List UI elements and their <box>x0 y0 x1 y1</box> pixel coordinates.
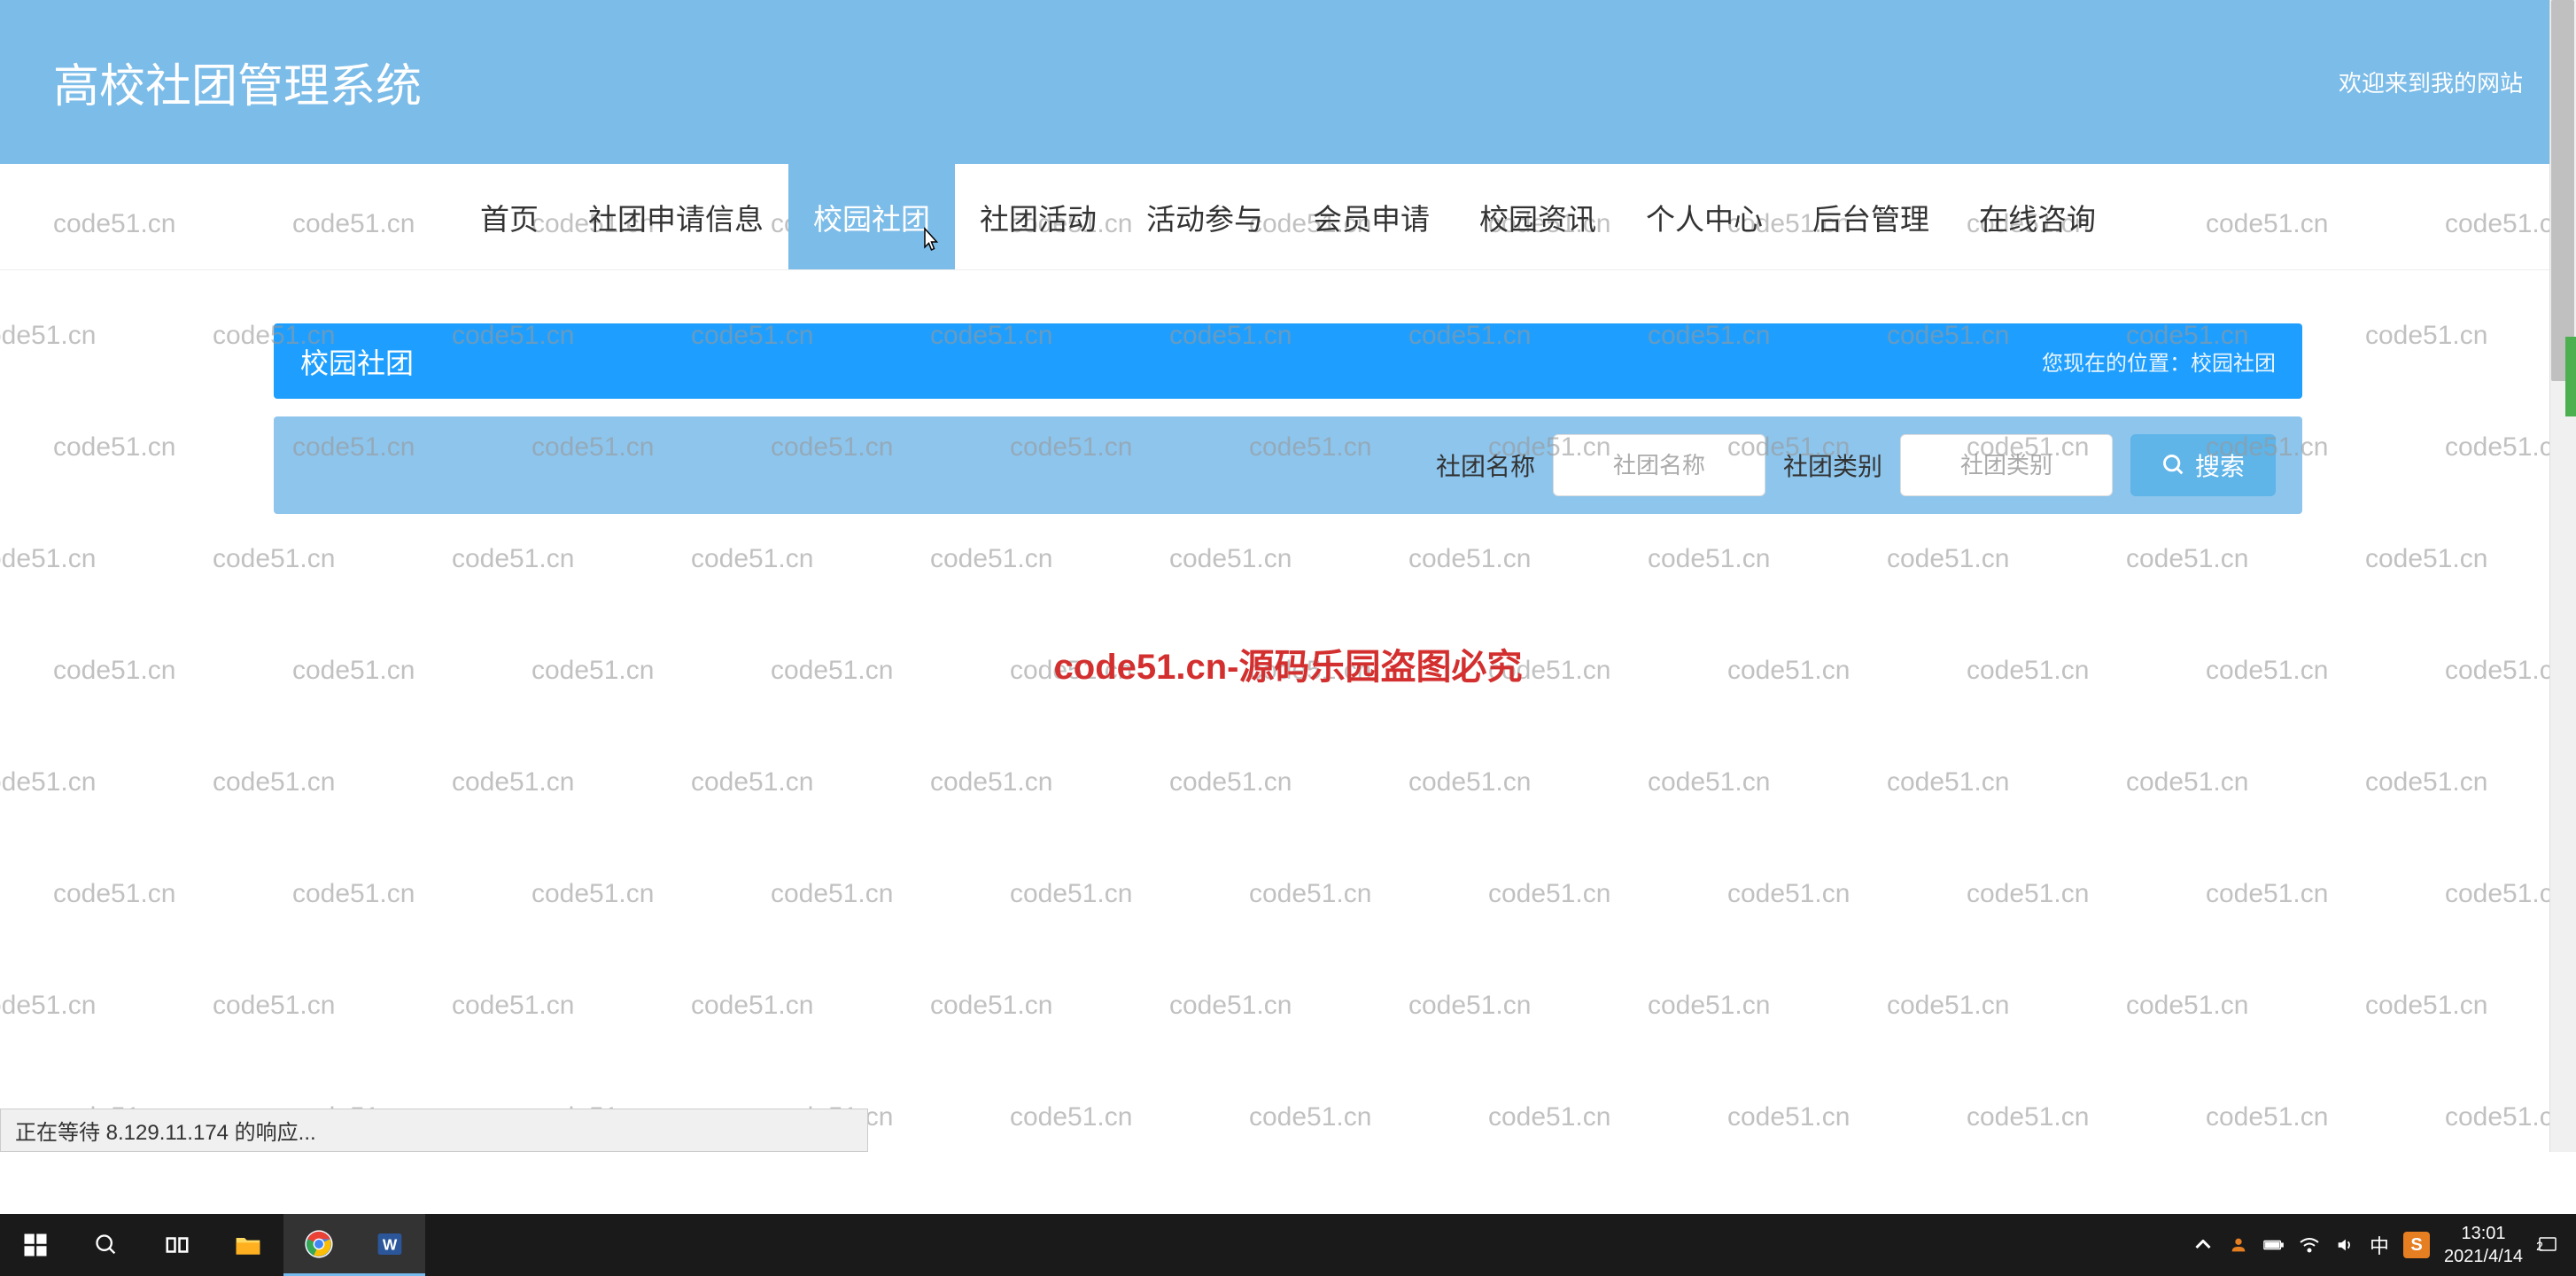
breadcrumb-bar: 校园社团 您现在的位置：校园社团 <box>274 323 2302 399</box>
search-icon <box>94 1233 119 1257</box>
search-category-label: 社团类别 <box>1783 447 1882 483</box>
tray-ime[interactable]: 中 <box>2370 1231 2389 1259</box>
nav-club-activity[interactable]: 社团活动 <box>955 164 1121 269</box>
search-icon <box>2161 453 2186 478</box>
green-indicator <box>2565 337 2576 416</box>
task-view-icon <box>164 1232 190 1258</box>
taskbar-right: 中 S 13:01 2021/4/14 2 <box>2192 1222 2576 1268</box>
welcome-text[interactable]: 欢迎来到我的网站 <box>2339 66 2523 98</box>
taskbar-clock[interactable]: 13:01 2021/4/14 <box>2444 1222 2523 1268</box>
center-watermark: code51.cn-源码乐园盗图必究 <box>1054 638 1523 689</box>
tray-battery-icon[interactable] <box>2263 1234 2285 1256</box>
search-button[interactable]: 搜索 <box>2130 434 2276 496</box>
search-category-input[interactable] <box>1900 434 2113 496</box>
start-button[interactable] <box>0 1214 71 1276</box>
chrome-button[interactable] <box>283 1214 354 1276</box>
notification-center-icon[interactable]: 2 <box>2537 1234 2558 1256</box>
chrome-icon <box>304 1229 334 1259</box>
nav-online-consult[interactable]: 在线咨询 <box>1954 164 2121 269</box>
search-name-label: 社团名称 <box>1436 447 1535 483</box>
site-title: 高校社团管理系统 <box>53 49 422 115</box>
folder-icon <box>234 1233 262 1257</box>
nav-personal-center[interactable]: 个人中心 <box>1621 164 1788 269</box>
taskbar-left: W <box>0 1214 425 1276</box>
word-icon: W <box>376 1230 404 1258</box>
search-bar: 社团名称 社团类别 搜索 <box>274 416 2302 514</box>
nav-home[interactable]: 首页 <box>455 164 563 269</box>
nav-activity-participate[interactable]: 活动参与 <box>1121 164 1288 269</box>
breadcrumb-title: 校园社团 <box>300 341 414 382</box>
breadcrumb-path: 您现在的位置：校园社团 <box>2042 346 2276 377</box>
nav-bar: 首页 社团申请信息 校园社团 社团活动 活动参与 会员申请 校园资讯 个人中心 … <box>0 164 2576 270</box>
search-taskbar-button[interactable] <box>71 1214 142 1276</box>
nav-club-apply[interactable]: 社团申请信息 <box>563 164 788 269</box>
search-name-input[interactable] <box>1553 434 1765 496</box>
word-button[interactable]: W <box>354 1214 425 1276</box>
nav-member-apply[interactable]: 会员申请 <box>1288 164 1455 269</box>
nav-campus-club[interactable]: 校园社团 <box>788 164 955 269</box>
scrollbar-thumb[interactable] <box>2551 0 2574 381</box>
vertical-scrollbar[interactable] <box>2549 0 2576 1152</box>
browser-status-bar: 正在等待 8.129.11.174 的响应... <box>0 1109 868 1152</box>
windows-taskbar: W <box>0 1214 2576 1276</box>
tray-sogou-icon[interactable]: S <box>2403 1232 2430 1258</box>
nav-campus-news[interactable]: 校园资讯 <box>1455 164 1621 269</box>
tray-people-icon[interactable] <box>2228 1234 2249 1256</box>
task-view-button[interactable] <box>142 1214 213 1276</box>
tray-wifi-icon[interactable] <box>2299 1234 2320 1256</box>
svg-text:W: W <box>383 1235 398 1253</box>
windows-icon <box>22 1232 49 1258</box>
tray-expand-icon[interactable] <box>2192 1234 2214 1256</box>
nav-backend-manage[interactable]: 后台管理 <box>1788 164 1954 269</box>
tray-volume-icon[interactable] <box>2334 1234 2355 1256</box>
file-explorer-button[interactable] <box>213 1214 283 1276</box>
content-wrapper: 校园社团 您现在的位置：校园社团 社团名称 社团类别 搜索 <box>256 323 2320 514</box>
top-header: 高校社团管理系统 欢迎来到我的网站 <box>0 0 2576 164</box>
